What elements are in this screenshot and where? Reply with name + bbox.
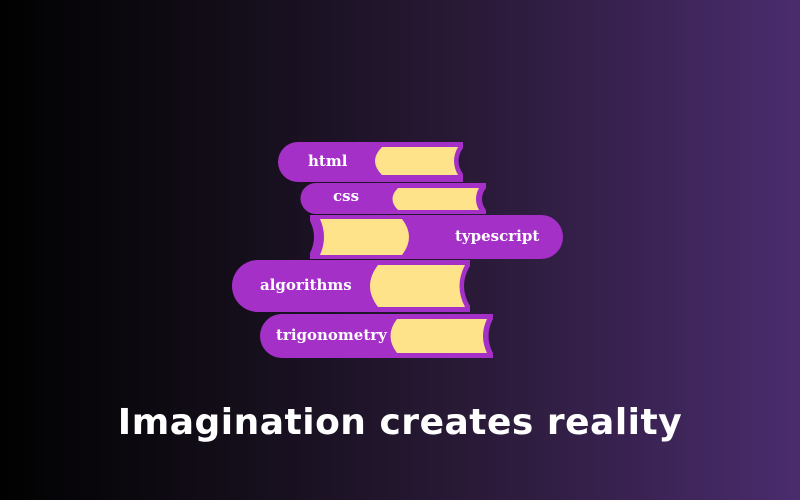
book-label-html: html [308, 152, 348, 170]
illustration-scene: html css typescript algorithms trigonome… [0, 0, 800, 500]
book-label-typescript: typescript [455, 227, 540, 245]
book-label-css: css [333, 187, 360, 205]
book-html [278, 142, 463, 182]
book-label-trigonometry: trigonometry [276, 326, 387, 344]
tagline: Imagination creates reality [117, 402, 683, 443]
book-label-algorithms: algorithms [260, 276, 352, 294]
book-css [300, 183, 486, 214]
